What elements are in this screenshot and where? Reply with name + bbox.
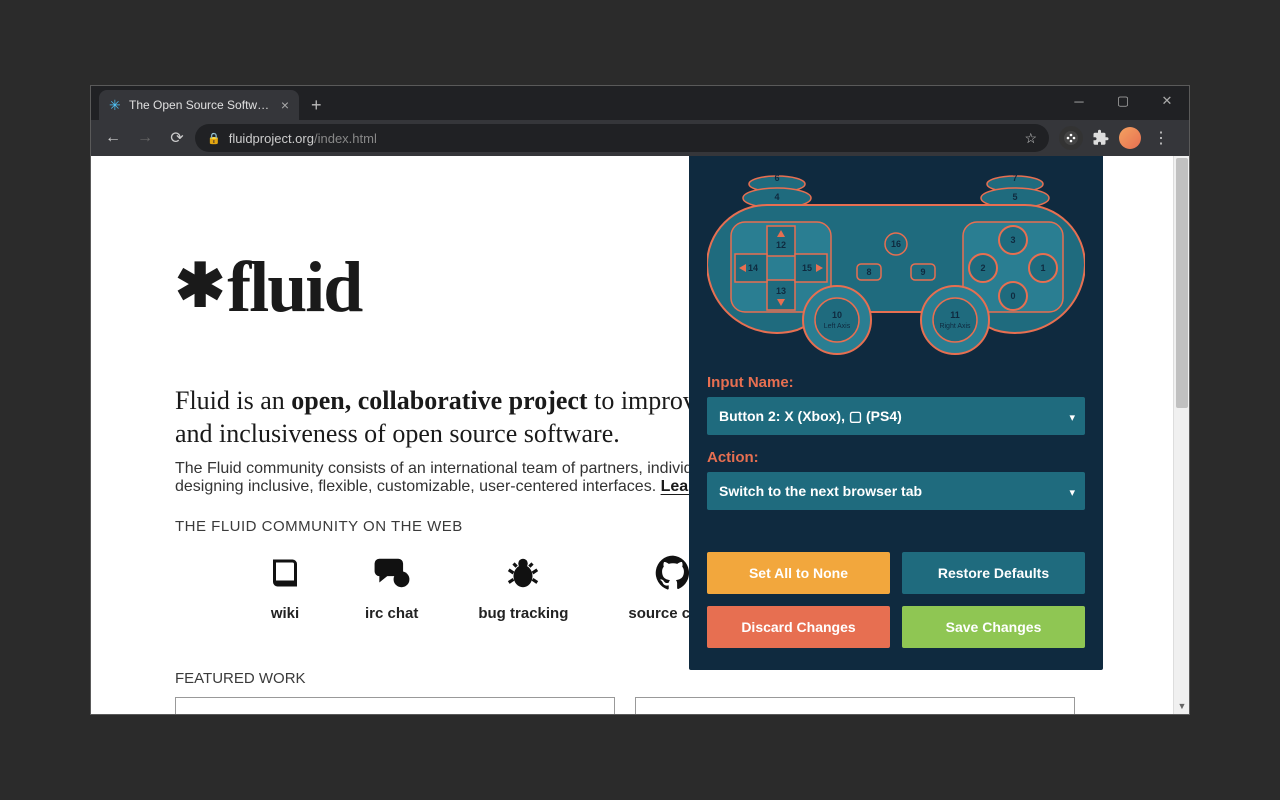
maximize-button[interactable]: ▢ [1101, 86, 1145, 116]
save-changes-button[interactable]: Save Changes [902, 606, 1085, 648]
window-controls: ─ ▢ ✕ [1057, 86, 1189, 116]
input-name-label: Input Name: [707, 374, 1085, 391]
featured-box[interactable] [635, 697, 1075, 714]
svg-text:1: 1 [1040, 263, 1045, 273]
book-icon [265, 553, 305, 593]
action-label: Action: [707, 449, 1085, 466]
svg-text:2: 2 [980, 263, 985, 273]
lock-icon: 🔒 [207, 132, 221, 145]
tab-title: The Open Source Software Comm [129, 98, 275, 112]
featured-heading: FEATURED WORK [175, 670, 1189, 687]
back-button[interactable]: ← [99, 124, 127, 152]
discard-changes-button[interactable]: Discard Changes [707, 606, 890, 648]
page-content: ✱fluid Fluid is an open, collaborative p… [91, 156, 1189, 714]
bug-icon [503, 553, 543, 593]
community-irc-link[interactable]: irc chat [365, 553, 418, 622]
scroll-down-icon[interactable]: ▼ [1174, 698, 1189, 714]
url-text: fluidproject.org/index.html [229, 131, 1017, 146]
url-field[interactable]: 🔒 fluidproject.org/index.html ☆ [195, 124, 1049, 152]
svg-text:Right Axis: Right Axis [939, 323, 971, 330]
tab-favicon-icon: ✳ [109, 98, 123, 112]
svg-text:12: 12 [776, 240, 786, 250]
svg-text:8: 8 [866, 267, 871, 277]
reload-button[interactable]: ⟳ [163, 124, 191, 152]
community-bugs-link[interactable]: bug tracking [478, 553, 568, 622]
chat-icon [372, 553, 412, 593]
bookmark-star-icon[interactable]: ☆ [1024, 130, 1037, 147]
minimize-button[interactable]: ─ [1057, 86, 1101, 116]
set-all-none-button[interactable]: Set All to None [707, 552, 890, 594]
browser-titlebar: ✳ The Open Source Software Comm × + ─ ▢ … [91, 86, 1189, 120]
new-tab-button[interactable]: + [299, 90, 334, 120]
svg-text:16: 16 [891, 239, 901, 249]
community-label: irc chat [365, 605, 418, 622]
extensions-area: ⋮ [1053, 126, 1181, 150]
close-window-button[interactable]: ✕ [1145, 86, 1189, 116]
popup-buttons: Set All to None Restore Defaults Discard… [707, 552, 1085, 648]
controller-diagram: 6 4 7 5 [707, 170, 1085, 360]
featured-box[interactable] [175, 697, 615, 714]
gamepad-extension-icon[interactable] [1059, 126, 1083, 150]
community-label: wiki [271, 605, 299, 622]
logo-mark-icon: ✱ [175, 251, 223, 321]
svg-text:0: 0 [1010, 291, 1015, 301]
input-name-select[interactable]: Button 2: X (Xbox), ▢ (PS4) [707, 397, 1085, 435]
svg-text:3: 3 [1010, 235, 1015, 245]
svg-text:10: 10 [832, 310, 842, 320]
action-select[interactable]: Switch to the next browser tab [707, 472, 1085, 510]
extensions-puzzle-icon[interactable] [1089, 126, 1113, 150]
scrollbar[interactable]: ▲ ▼ [1173, 156, 1189, 714]
scrollbar-thumb[interactable] [1176, 158, 1188, 408]
browser-tab[interactable]: ✳ The Open Source Software Comm × [99, 90, 299, 120]
logo-text: fluid [227, 246, 361, 329]
browser-window: ✳ The Open Source Software Comm × + ─ ▢ … [90, 85, 1190, 715]
browser-menu-button[interactable]: ⋮ [1147, 128, 1175, 148]
svg-text:15: 15 [802, 263, 812, 273]
featured-boxes [175, 697, 1189, 714]
svg-text:13: 13 [776, 286, 786, 296]
svg-text:4: 4 [774, 192, 779, 202]
close-icon[interactable]: × [281, 97, 289, 113]
profile-avatar[interactable] [1119, 127, 1141, 149]
svg-text:9: 9 [920, 267, 925, 277]
svg-text:7: 7 [1012, 173, 1017, 183]
extension-popup: 6 4 7 5 [689, 156, 1103, 670]
svg-text:5: 5 [1012, 192, 1017, 202]
svg-text:14: 14 [748, 263, 758, 273]
svg-text:11: 11 [950, 310, 960, 320]
community-label: bug tracking [478, 605, 568, 622]
restore-defaults-button[interactable]: Restore Defaults [902, 552, 1085, 594]
forward-button[interactable]: → [131, 124, 159, 152]
address-bar: ← → ⟳ 🔒 fluidproject.org/index.html ☆ ⋮ [91, 120, 1189, 156]
github-icon [653, 553, 693, 593]
svg-text:Left Axis: Left Axis [824, 323, 851, 330]
community-wiki-link[interactable]: wiki [265, 553, 305, 622]
svg-text:6: 6 [774, 173, 779, 183]
